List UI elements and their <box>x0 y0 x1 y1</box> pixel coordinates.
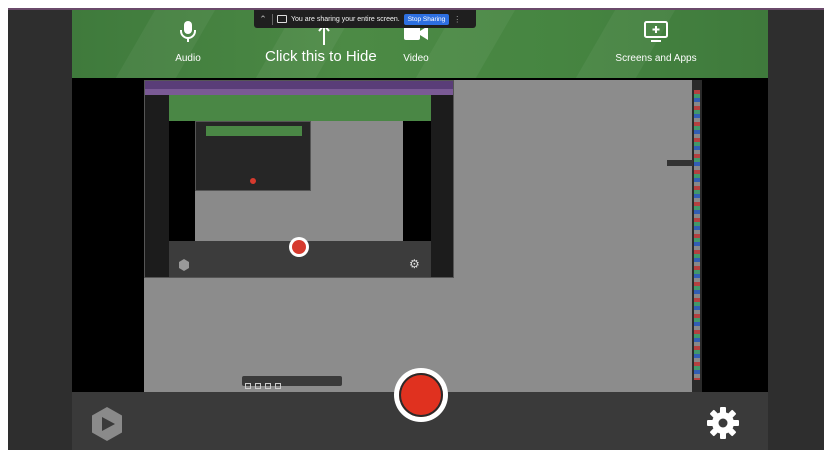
stop-sharing-button[interactable]: Stop Sharing <box>403 13 450 25</box>
divider <box>272 13 273 25</box>
screens-label: Screens and Apps <box>615 53 697 64</box>
microphone-icon <box>180 21 196 42</box>
share-screen-icon <box>277 15 287 23</box>
toolbar-item <box>265 383 271 389</box>
nested-green-bar <box>206 126 302 136</box>
nested-gear-icon: ⚙ <box>409 257 420 271</box>
toolbar-item <box>245 383 251 389</box>
hide-icon[interactable]: ⌃ <box>258 14 268 24</box>
desktop-label <box>667 160 693 166</box>
toolbar-item <box>275 383 281 389</box>
screen-preview: ⚙ <box>72 78 768 392</box>
browser-tabs <box>145 81 453 89</box>
record-button[interactable] <box>394 368 448 422</box>
monitor-plus-icon <box>644 21 668 42</box>
nested-source-bar <box>169 95 431 121</box>
more-icon[interactable]: ⋮ <box>453 15 461 24</box>
audio-source-button[interactable]: Audio <box>168 20 208 64</box>
app-logo-icon <box>92 407 122 441</box>
right-margin <box>768 10 824 450</box>
screen: Audio Video Screens and Apps Click this … <box>0 0 825 450</box>
left-margin <box>8 10 72 450</box>
captured-desktop: ⚙ <box>144 80 702 392</box>
nested-preview <box>169 121 431 241</box>
video-label: Video <box>403 53 429 64</box>
screenshot-toolbar <box>242 376 342 389</box>
nested-window <box>195 121 311 191</box>
nested-record-dot <box>250 178 256 184</box>
sharing-message: You are sharing your entire screen. <box>291 15 400 23</box>
hide-hint-text: Click this to Hide <box>265 48 377 65</box>
recorder-window: Audio Video Screens and Apps Click this … <box>8 8 824 450</box>
nested-record-icon <box>289 237 309 257</box>
audio-label: Audio <box>175 53 201 64</box>
toolbar-item <box>255 383 261 389</box>
screens-source-button[interactable]: Screens and Apps <box>612 20 700 64</box>
nested-recorder-window: ⚙ <box>144 80 454 278</box>
gear-icon[interactable] <box>706 406 740 440</box>
dock <box>694 90 700 380</box>
control-bar <box>72 368 768 450</box>
share-banner: ⌃ You are sharing your entire screen. St… <box>254 10 476 28</box>
